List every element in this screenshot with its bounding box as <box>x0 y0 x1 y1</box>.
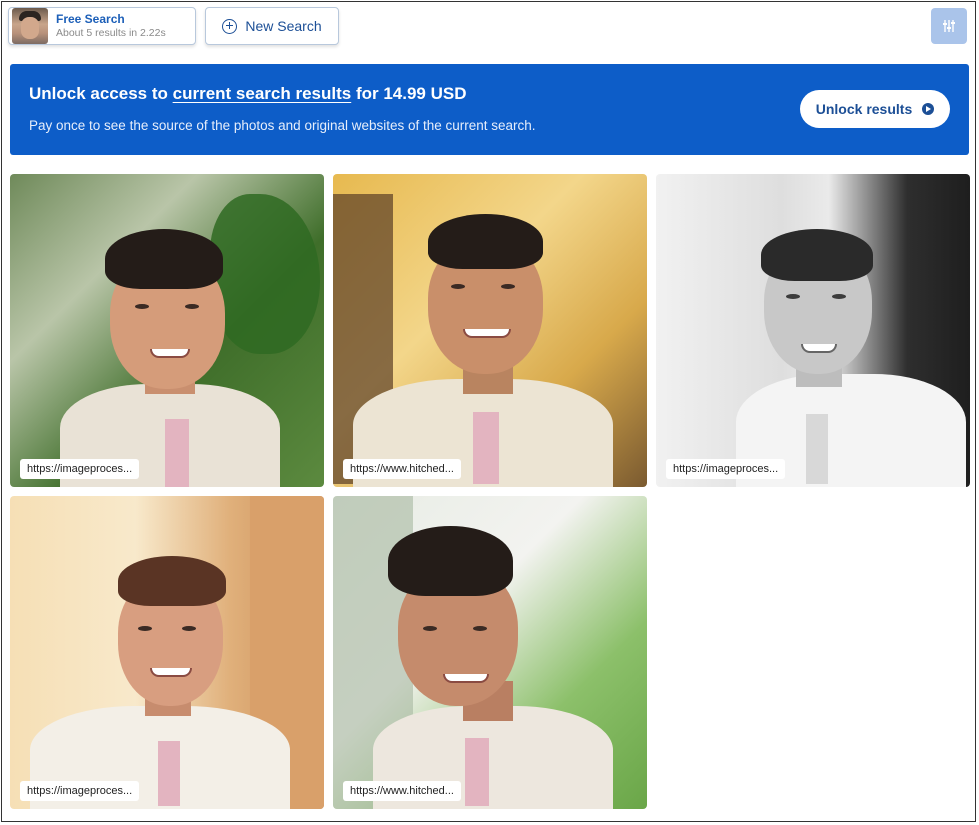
result-url[interactable]: https://www.hitched... <box>343 459 461 479</box>
result-url[interactable]: https://www.hitched... <box>343 781 461 801</box>
banner-subtitle: Pay once to see the source of the photos… <box>29 118 536 133</box>
unlock-results-button[interactable]: Unlock results <box>800 90 950 128</box>
filter-sliders-icon <box>943 20 955 32</box>
search-title: Free Search <box>56 12 125 27</box>
filter-button[interactable] <box>931 8 967 44</box>
arrow-circle-icon <box>922 103 935 115</box>
result-url[interactable]: https://imageproces... <box>666 459 786 479</box>
result-card[interactable]: https://www.hitched... <box>333 174 647 487</box>
result-card[interactable]: https://www.hitched... <box>333 496 647 809</box>
new-search-button[interactable]: New Search <box>205 7 339 45</box>
search-thumbnail <box>12 8 48 44</box>
banner-title: Unlock access to current search results … <box>29 84 467 103</box>
result-url[interactable]: https://imageproces... <box>20 459 140 479</box>
result-card[interactable]: https://imageproces... <box>10 496 324 809</box>
current-search-card[interactable]: Free Search About 5 results in 2.22s <box>8 7 196 45</box>
plus-circle-icon <box>222 18 238 34</box>
unlock-banner: Unlock access to current search results … <box>10 64 969 155</box>
search-result-count: About 5 results in 2.22s <box>56 26 166 39</box>
new-search-label: New Search <box>245 18 322 34</box>
result-url[interactable]: https://imageproces... <box>20 781 140 801</box>
unlock-results-label: Unlock results <box>815 101 913 117</box>
current-results-link[interactable]: current search results <box>173 84 352 103</box>
result-card[interactable]: https://imageproces... <box>656 174 970 487</box>
result-card[interactable]: https://imageproces... <box>10 174 324 487</box>
